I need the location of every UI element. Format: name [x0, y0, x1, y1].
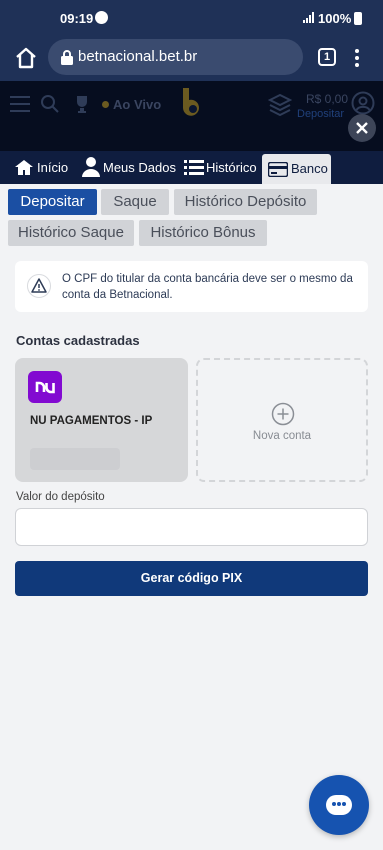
spotify-icon: [95, 11, 108, 24]
subtab-historico-bonus[interactable]: Histórico Bônus: [139, 220, 267, 246]
cpf-notice: O CPF do titular da conta bancária deve …: [15, 261, 368, 312]
search-icon: [41, 95, 59, 113]
address-bar[interactable]: betnacional.bet.br: [48, 39, 303, 75]
bank-account-card[interactable]: NU PAGAMENTOS - IP: [15, 358, 188, 482]
header-deposit-link: Depositar: [297, 108, 345, 120]
user-icon: [82, 157, 100, 177]
more-menu-icon[interactable]: [352, 47, 362, 69]
browser-toolbar: betnacional.bet.br 1: [0, 36, 383, 81]
close-icon: [356, 122, 368, 134]
subtab-depositar[interactable]: Depositar: [8, 189, 97, 215]
coins-icon: [268, 94, 292, 116]
chat-icon: [326, 795, 352, 815]
live-dot-icon: [102, 101, 109, 108]
betnacional-logo-icon: [183, 88, 199, 116]
tab-label: Histórico: [206, 160, 257, 175]
status-bar: 09:19 100%: [0, 0, 383, 36]
battery-icon: [354, 12, 362, 25]
tab-historico[interactable]: Histórico: [183, 151, 257, 184]
account-nav: Início Meus Dados Histórico Banco: [0, 151, 383, 184]
section-title: Contas cadastradas: [16, 333, 140, 348]
battery-percent: 100%: [318, 11, 352, 26]
tab-label: Início: [37, 160, 69, 175]
chat-button[interactable]: [309, 775, 369, 835]
deposit-amount-label: Valor do depósito: [16, 491, 105, 503]
tab-banco[interactable]: Banco: [262, 154, 331, 184]
close-modal-button[interactable]: [348, 114, 376, 142]
subtab-saque[interactable]: Saque: [101, 189, 169, 215]
card-icon: [268, 162, 288, 177]
new-account-label: Nova conta: [252, 430, 312, 442]
account-details-redacted: [30, 448, 120, 470]
plus-circle-icon: [271, 402, 295, 426]
new-account-button[interactable]: Nova conta: [196, 358, 368, 482]
warning-icon: [27, 274, 51, 298]
lock-icon: [61, 50, 73, 65]
clock: 09:19: [60, 11, 94, 26]
tab-label: Banco: [291, 161, 328, 176]
tab-meus-dados[interactable]: Meus Dados: [80, 151, 176, 184]
signal-icon: [303, 12, 314, 23]
tab-switcher-button[interactable]: 1: [318, 48, 336, 66]
home-icon: [15, 160, 33, 175]
nubank-logo-icon: [28, 371, 62, 403]
notice-text: O CPF do titular da conta bancária deve …: [62, 273, 353, 301]
subtab-historico-deposito[interactable]: Histórico Depósito: [174, 189, 317, 215]
url-text: betnacional.bet.br: [78, 48, 198, 65]
hamburger-icon: [10, 96, 30, 117]
list-icon: [184, 160, 204, 175]
trophy-icon: [77, 96, 87, 113]
tab-label: Meus Dados: [103, 160, 176, 175]
user-avatar-icon: [351, 91, 375, 115]
balance-text: R$ 0,00: [306, 92, 349, 106]
home-icon[interactable]: [14, 46, 38, 70]
generate-pix-button[interactable]: Gerar código PIX: [15, 561, 368, 596]
live-label: Ao Vivo: [113, 97, 162, 112]
subtab-historico-saque[interactable]: Histórico Saque: [8, 220, 134, 246]
bank-modal: Início Meus Dados Histórico Banco Deposi…: [0, 151, 383, 850]
tab-inicio[interactable]: Início: [10, 151, 72, 184]
account-bank-name: NU PAGAMENTOS - IP: [30, 415, 153, 427]
deposit-amount-input[interactable]: [15, 508, 368, 546]
